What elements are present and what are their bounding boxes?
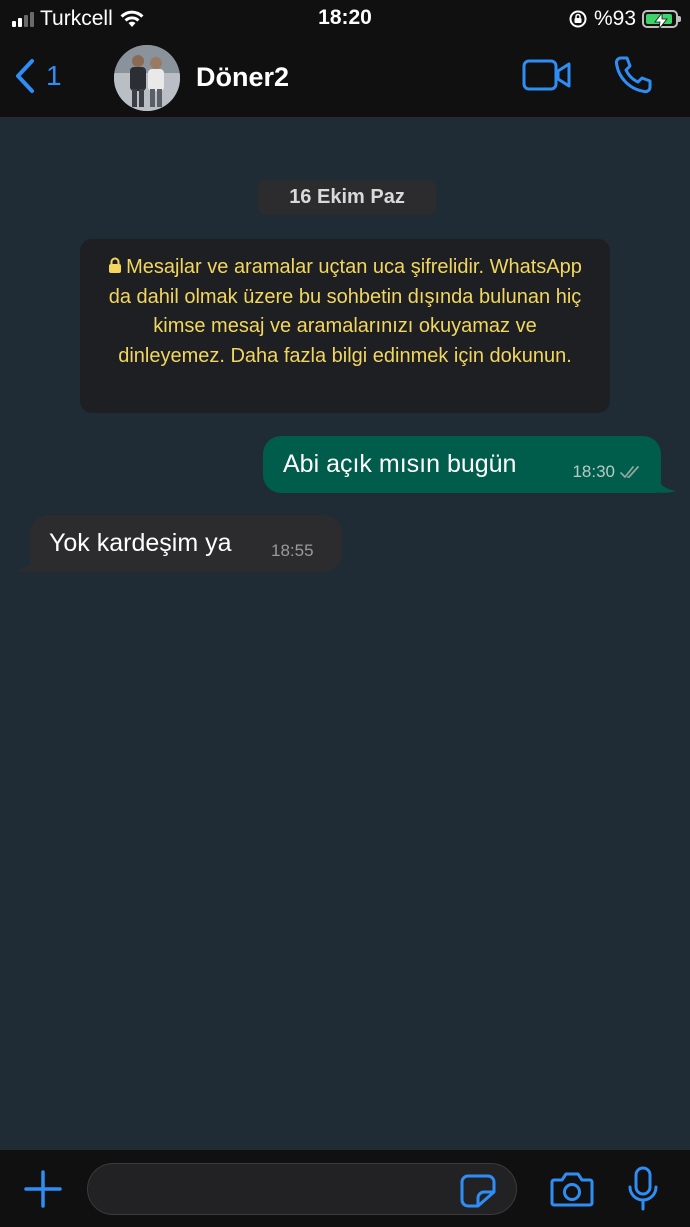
incoming-message[interactable]: Yok kardeşim ya 18:55	[30, 515, 342, 572]
message-time: 18:30	[572, 462, 615, 481]
lock-icon	[109, 257, 122, 273]
sticker-icon	[460, 1174, 496, 1208]
microphone-icon	[628, 1166, 658, 1211]
camera-button[interactable]	[550, 1170, 594, 1213]
outgoing-message[interactable]: Abi açık mısın bugün 18:30	[263, 436, 661, 493]
battery-percent: %93	[593, 7, 636, 30]
battery-charging-icon	[642, 10, 681, 29]
contact-name[interactable]: Döner2	[196, 62, 289, 93]
video-call-button[interactable]	[522, 58, 572, 97]
message-text: Abi açık mısın bugün	[283, 450, 517, 478]
phone-icon	[614, 56, 652, 94]
date-separator: 16 Ekim Paz	[258, 180, 436, 215]
voice-record-button[interactable]	[626, 1166, 660, 1217]
camera-icon	[550, 1172, 594, 1207]
bubble-tail	[16, 551, 42, 572]
orientation-lock-icon	[569, 10, 587, 28]
video-call-icon	[522, 59, 571, 91]
sticker-button[interactable]	[460, 1174, 496, 1213]
status-right: %93	[568, 5, 681, 33]
voice-call-button[interactable]	[612, 54, 654, 101]
chevron-left-icon	[16, 59, 34, 93]
encryption-notice-text: Mesajlar ve aramalar uçtan uca şifrelidi…	[108, 256, 582, 367]
bubble-tail	[650, 472, 676, 493]
avatar[interactable]	[114, 45, 180, 111]
attach-button[interactable]	[22, 1168, 64, 1215]
status-bar: Turkcell 18:20 %93	[0, 0, 690, 40]
double-check-icon	[620, 466, 639, 479]
message-meta: 18:30	[572, 462, 643, 482]
back-button[interactable]: 1	[14, 54, 62, 98]
message-time: 18:55	[271, 541, 314, 560]
plus-icon	[24, 1170, 62, 1208]
message-input[interactable]	[87, 1163, 517, 1215]
encryption-notice[interactable]: Mesajlar ve aramalar uçtan uca şifrelidi…	[80, 239, 610, 413]
composer-bar	[0, 1149, 690, 1227]
chat-header: 1 Döner2	[0, 40, 690, 118]
message-text: Yok kardeşim ya	[49, 529, 232, 557]
unread-count: 1	[46, 60, 62, 91]
